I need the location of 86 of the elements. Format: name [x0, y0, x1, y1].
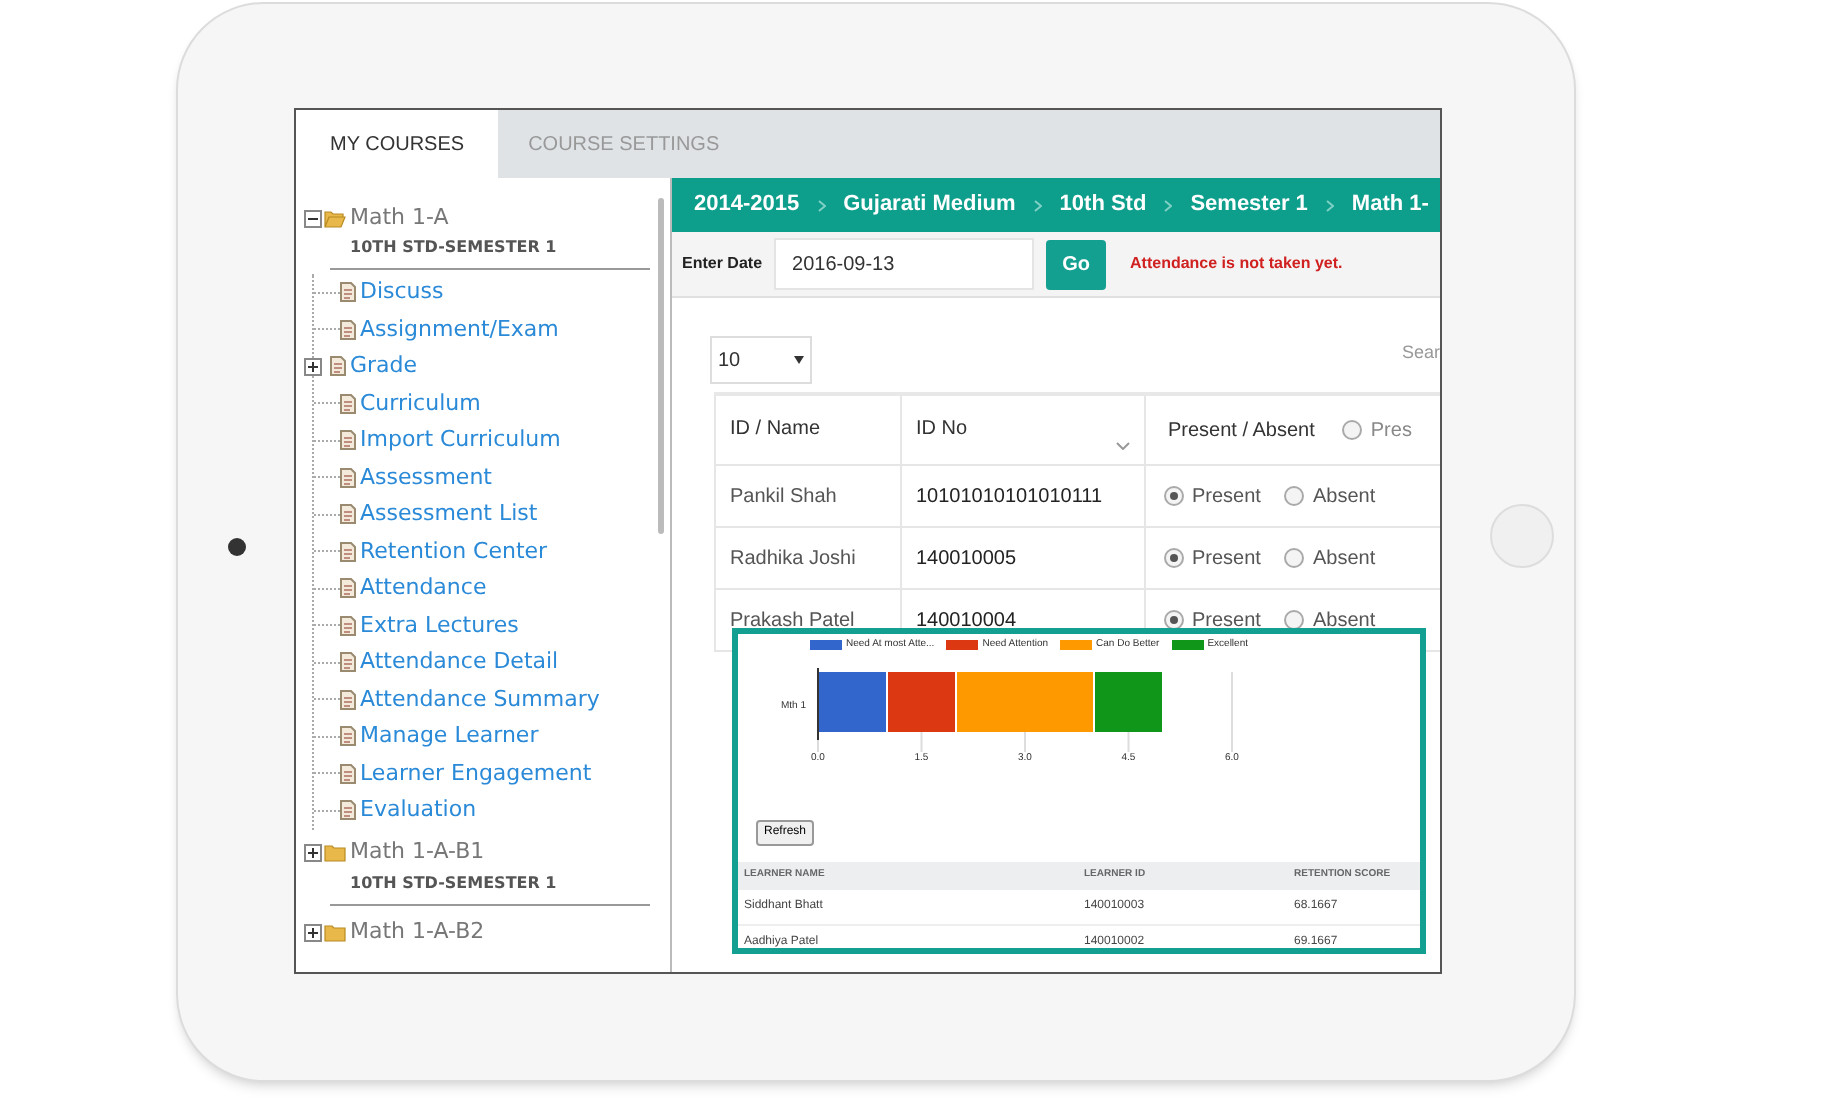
course-subtitle: 10TH STD-SEMESTER 1: [350, 236, 559, 260]
menu-link[interactable]: Grade: [350, 350, 418, 383]
field-label: Enter Date: [680, 252, 765, 276]
open-folder-icon: [324, 209, 346, 227]
dropdown-icon: [794, 356, 804, 364]
course-subtitle: 10TH STD-SEMESTER 1: [350, 871, 559, 895]
table-cell: 10101010101010111: [900, 466, 1144, 526]
go-button[interactable]: Go: [1046, 239, 1107, 289]
page-icon: [340, 763, 356, 784]
folder-icon: [324, 844, 346, 862]
breadcrumb-link[interactable]: Math 1-: [1351, 188, 1429, 222]
page-icon: [340, 282, 356, 303]
menu-link[interactable]: Attendance Detail: [360, 646, 559, 679]
menu-link[interactable]: Retention Center: [360, 535, 548, 568]
menu-link[interactable]: Attendance Summary: [360, 683, 600, 716]
radio-label: Present: [1192, 545, 1261, 573]
page-icon: [340, 393, 356, 414]
tab[interactable]: COURSE SETTINGS: [498, 110, 750, 178]
breadcrumb-link[interactable]: 10th Std: [1059, 188, 1147, 222]
collapse-icon[interactable]: [304, 209, 322, 227]
column-header[interactable]: ID No: [916, 414, 968, 444]
page-icon: [340, 800, 356, 821]
course-name[interactable]: Math 1-A-B1: [350, 836, 485, 870]
page-icon: [340, 726, 356, 747]
menu-link[interactable]: Evaluation: [360, 794, 477, 827]
radio-button[interactable]: [1284, 548, 1305, 568]
radio-button[interactable]: [1164, 486, 1184, 506]
chart-bar: [819, 671, 886, 731]
page-icon: [340, 541, 356, 562]
course-name[interactable]: Math 1-A-B2: [350, 916, 485, 950]
menu-link[interactable]: Assessment List: [360, 498, 538, 531]
menu-link[interactable]: Discuss: [360, 276, 444, 309]
chevron-icon: [817, 199, 826, 211]
chevron-icon: [1033, 199, 1042, 211]
radio-button[interactable]: [1284, 610, 1305, 630]
tab[interactable]: MY COURSES: [296, 110, 499, 178]
breadcrumb-link[interactable]: 2014-2015: [694, 188, 800, 222]
sort-icon[interactable]: [1116, 442, 1130, 450]
menu-link[interactable]: Attendance: [360, 572, 487, 605]
radio-label: Present: [1192, 607, 1261, 635]
page-icon: [340, 504, 356, 525]
expand-icon[interactable]: [304, 844, 322, 862]
search-label: Sear: [1401, 340, 1440, 367]
page-icon: [340, 319, 356, 340]
column-header: ID / Name: [714, 396, 900, 464]
menu-link[interactable]: Curriculum: [360, 387, 481, 420]
expand-icon[interactable]: [304, 924, 322, 942]
menu-link[interactable]: Assessment: [360, 461, 492, 494]
page-icon: [340, 578, 356, 599]
menu-link[interactable]: Manage Learner: [360, 720, 539, 753]
column-header: Pres: [1370, 417, 1412, 445]
menu-link[interactable]: Import Curriculum: [360, 424, 561, 457]
table-cell: Pankil Shah: [714, 466, 900, 526]
menu-link[interactable]: Extra Lectures: [360, 609, 519, 642]
page-size-select[interactable]: 10: [710, 336, 812, 384]
course-name[interactable]: Math 1-A: [350, 201, 449, 235]
radio-button[interactable]: [1342, 420, 1363, 440]
chevron-icon: [1164, 199, 1173, 211]
page-icon: [340, 467, 356, 488]
column-header: Present / Absent: [1168, 417, 1315, 445]
page-icon: [340, 652, 356, 673]
radio-label: Present: [1192, 483, 1261, 511]
radio-button[interactable]: [1284, 486, 1305, 506]
chart-axis: [817, 666, 819, 740]
table-cell: 140010005: [900, 528, 1144, 588]
radio-button[interactable]: [1164, 610, 1184, 630]
camera-icon: [227, 538, 245, 556]
page-icon: [340, 430, 356, 451]
menu-link[interactable]: Learner Engagement: [360, 757, 592, 790]
breadcrumb-link[interactable]: Semester 1: [1190, 188, 1308, 222]
page-icon: [340, 615, 356, 636]
menu-link[interactable]: Assignment/Exam: [360, 313, 559, 346]
breadcrumb-link[interactable]: Gujarati Medium: [843, 188, 1016, 222]
radio-button[interactable]: [1164, 548, 1184, 568]
radio-label: Absent: [1312, 483, 1376, 511]
chevron-icon: [1325, 199, 1334, 211]
table-cell: Radhika Joshi: [714, 528, 900, 588]
expand-icon[interactable]: [304, 357, 322, 376]
folder-icon: [324, 924, 346, 942]
status-message: Attendance is not taken yet.: [1130, 252, 1343, 276]
page-icon: [340, 689, 356, 710]
scrollbar[interactable]: [658, 198, 664, 534]
page-icon: [330, 356, 346, 377]
radio-label: Absent: [1312, 607, 1376, 635]
date-field[interactable]: 2016-09-13: [774, 238, 1035, 290]
radio-label: Absent: [1312, 545, 1376, 573]
